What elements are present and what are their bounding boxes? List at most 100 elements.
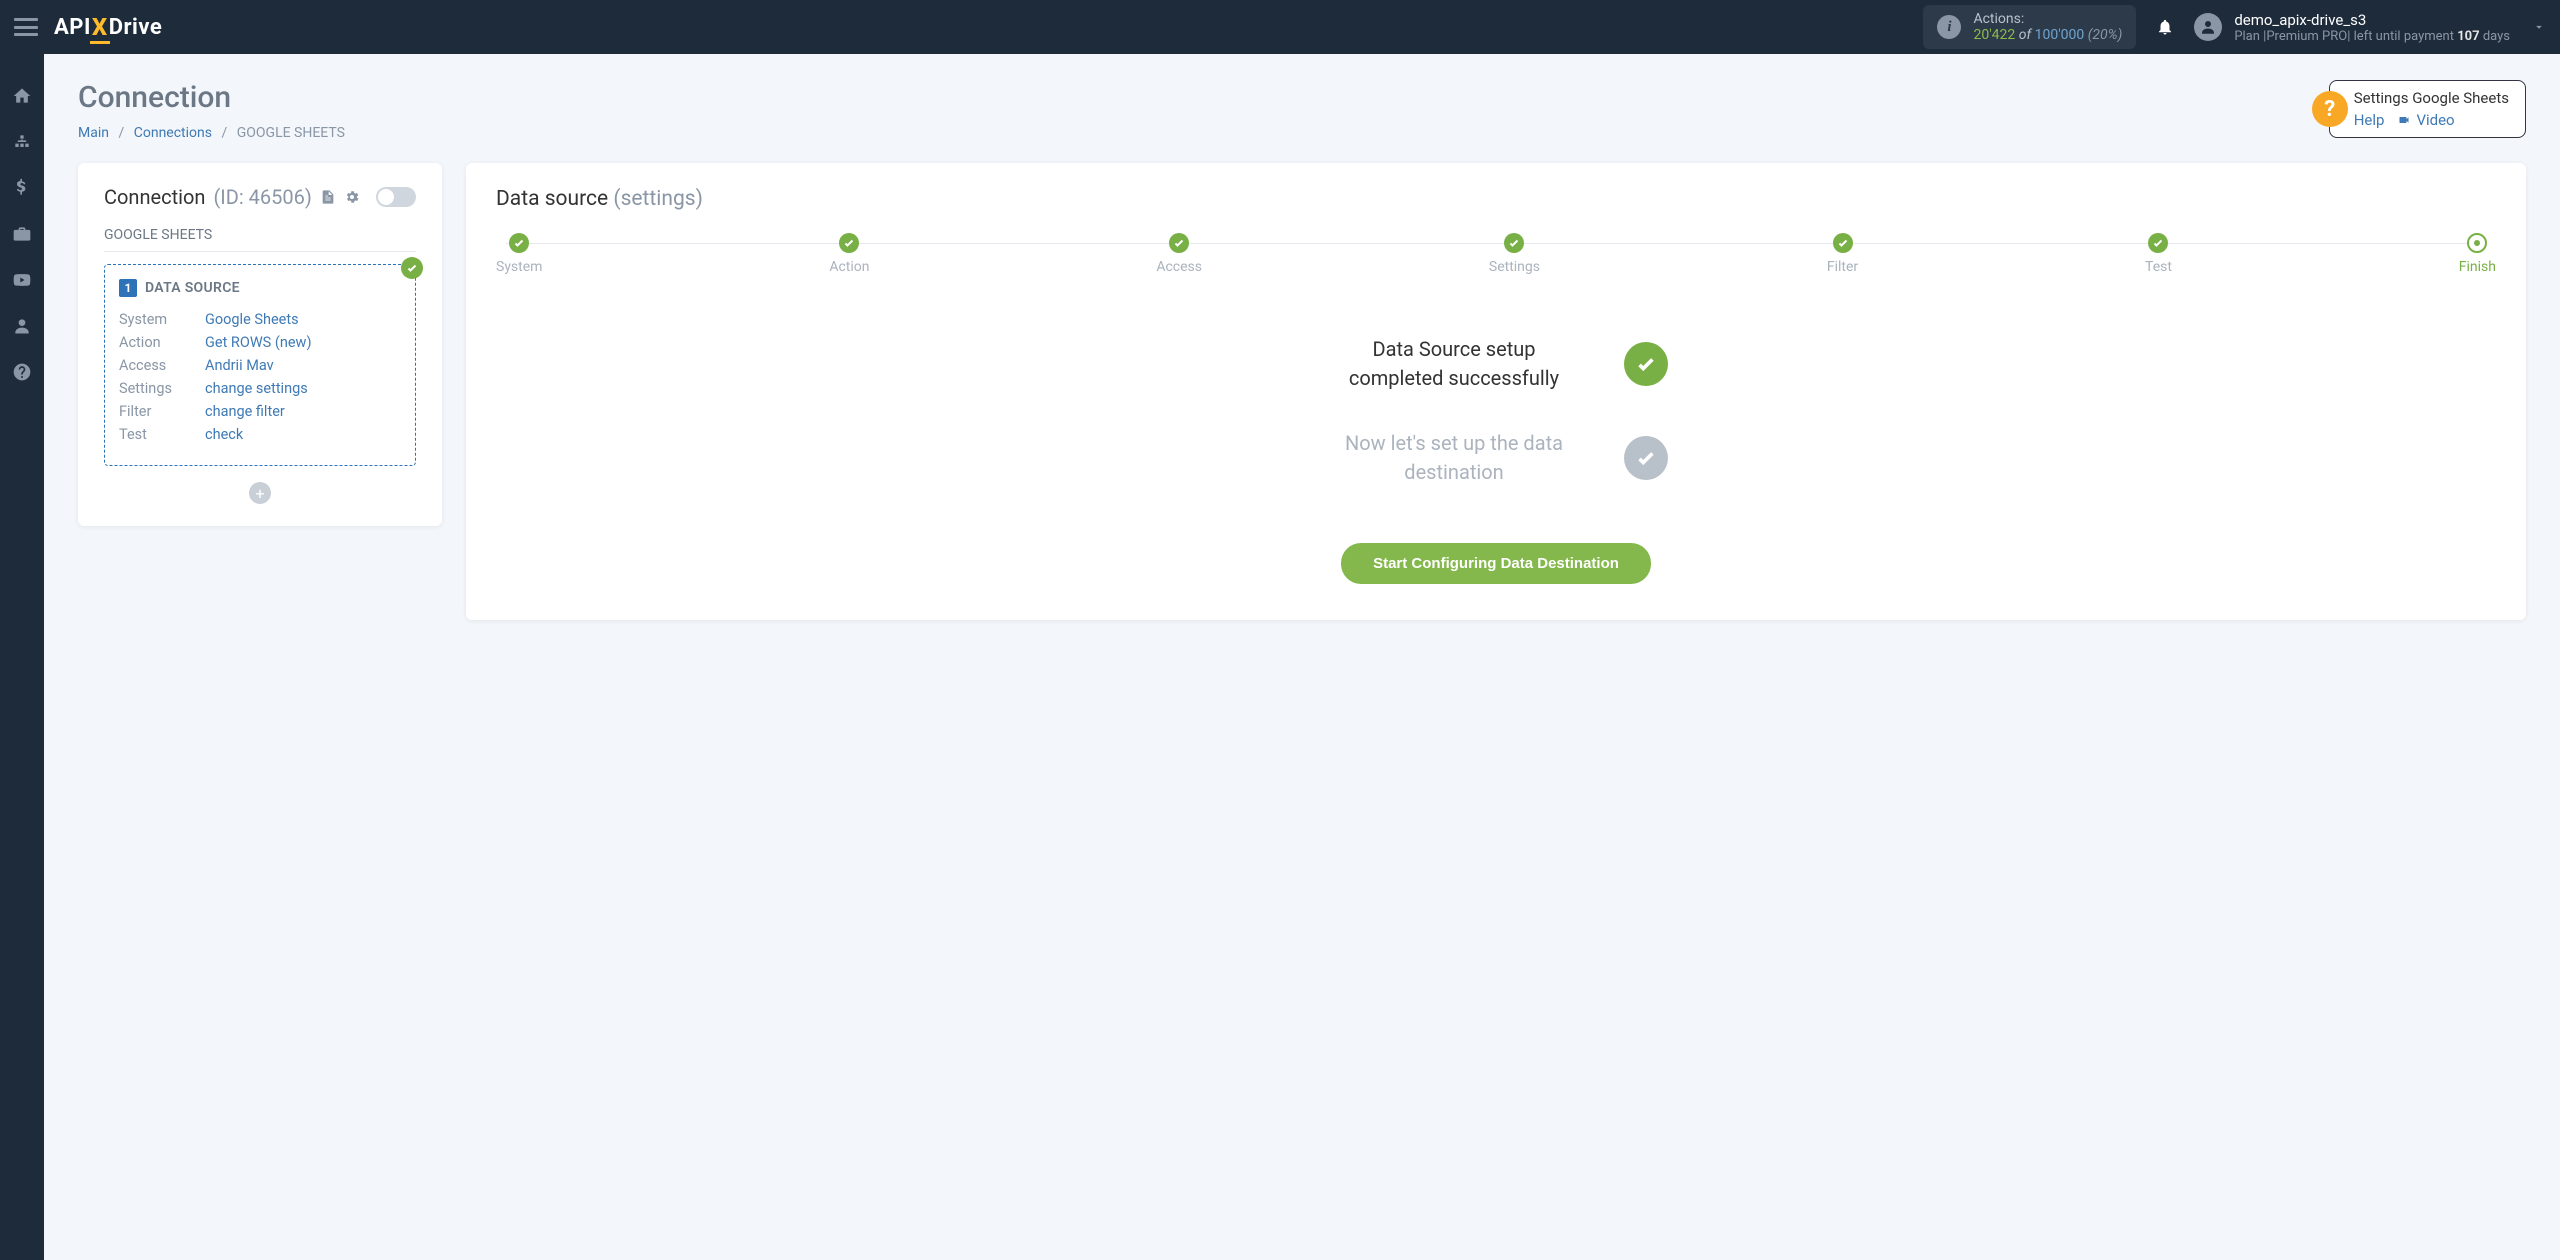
- kv-key: System: [119, 311, 205, 328]
- kv-row: Testcheck: [119, 426, 401, 443]
- logo-x: X: [92, 13, 108, 41]
- briefcase-icon[interactable]: [0, 222, 44, 246]
- actions-count: 20'422: [1973, 27, 2015, 43]
- step-settings[interactable]: Settings: [1489, 233, 1540, 275]
- kv-key: Filter: [119, 403, 205, 420]
- user-plan: Plan |Premium PRO| left until payment 10…: [2234, 29, 2510, 44]
- kv-key: Action: [119, 334, 205, 351]
- kv-value-link[interactable]: change filter: [205, 403, 285, 420]
- gear-icon[interactable]: [344, 189, 360, 205]
- status-next: Now let's set up the data destination: [1324, 429, 1584, 487]
- step-filter[interactable]: Filter: [1827, 233, 1858, 275]
- home-icon[interactable]: [0, 84, 44, 108]
- video-label: Video: [2416, 111, 2454, 129]
- page-title: Connection: [78, 80, 345, 115]
- bell-icon[interactable]: [2156, 17, 2174, 37]
- enable-toggle[interactable]: [376, 187, 416, 207]
- step-label: System: [496, 259, 542, 275]
- ds-title-sub: (settings): [613, 187, 703, 211]
- question-icon[interactable]: ?: [2312, 91, 2348, 127]
- kv-row: Filterchange filter: [119, 403, 401, 420]
- sidebar: [0, 54, 44, 1260]
- breadcrumb-main[interactable]: Main: [78, 125, 109, 141]
- sitemap-icon[interactable]: [0, 130, 44, 154]
- step-check-icon: [1169, 233, 1189, 253]
- kv-key: Settings: [119, 380, 205, 397]
- breadcrumb: Main / Connections / GOOGLE SHEETS: [78, 125, 345, 141]
- progress-steps: System Action Access Settings Filter Test Fini…: [496, 233, 2496, 275]
- step-number: 1: [119, 279, 137, 297]
- step-label: Access: [1156, 259, 1202, 275]
- step-label: Filter: [1827, 259, 1858, 275]
- kv-value-link[interactable]: Andrii Mav: [205, 357, 274, 374]
- step-check-icon: [839, 233, 859, 253]
- step-system[interactable]: System: [496, 233, 542, 275]
- actions-text: Actions: 20'422 of 100'000 (20%): [1973, 11, 2122, 43]
- step-check-icon: [509, 233, 529, 253]
- connection-title: Connection: [104, 185, 205, 209]
- data-source-card[interactable]: 1 DATA SOURCE SystemGoogle SheetsActionG…: [104, 264, 416, 466]
- start-destination-button[interactable]: Start Configuring Data Destination: [1341, 543, 1651, 584]
- logo[interactable]: API X Drive: [54, 13, 162, 41]
- data-source-settings-panel: Data source (settings) System Action Acces…: [466, 163, 2526, 620]
- check-icon: [401, 257, 423, 279]
- video-link[interactable]: Video: [2396, 111, 2454, 129]
- kv-value-link[interactable]: check: [205, 426, 243, 443]
- add-button[interactable]: +: [249, 482, 271, 504]
- step-finish[interactable]: Finish: [2459, 233, 2496, 275]
- step-check-icon: [2148, 233, 2168, 253]
- ds-title: Data source: [496, 187, 608, 211]
- help-box: ? Settings Google Sheets Help Video: [2329, 80, 2526, 138]
- logo-text: Drive: [109, 15, 163, 40]
- actions-of: of: [2015, 27, 2034, 43]
- kv-key: Test: [119, 426, 205, 443]
- kv-row: ActionGet ROWS (new): [119, 334, 401, 351]
- data-source-label: DATA SOURCE: [145, 280, 240, 296]
- kv-value-link[interactable]: change settings: [205, 380, 308, 397]
- user-icon[interactable]: [0, 314, 44, 338]
- step-action[interactable]: Action: [829, 233, 869, 275]
- kv-value-link[interactable]: Google Sheets: [205, 311, 299, 328]
- step-dot-current: [2467, 233, 2487, 253]
- chevron-down-icon: [2532, 20, 2546, 34]
- step-check-icon: [1504, 233, 1524, 253]
- logo-text: API: [54, 15, 91, 40]
- user-text: demo_apix-drive_s3 Plan |Premium PRO| le…: [2234, 11, 2510, 44]
- connection-id: (ID: 46506): [213, 185, 311, 209]
- kv-row: AccessAndrii Mav: [119, 357, 401, 374]
- step-label: Action: [829, 259, 869, 275]
- kv-row: Settingschange settings: [119, 380, 401, 397]
- breadcrumb-connections[interactable]: Connections: [134, 125, 212, 141]
- user-name: demo_apix-drive_s3: [2234, 11, 2510, 29]
- breadcrumb-current: GOOGLE SHEETS: [237, 125, 345, 141]
- kv-key: Access: [119, 357, 205, 374]
- kv-value-link[interactable]: Get ROWS (new): [205, 334, 312, 351]
- actions-counter[interactable]: i Actions: 20'422 of 100'000 (20%): [1923, 5, 2136, 49]
- help-box-title: Settings Google Sheets: [2354, 89, 2509, 107]
- step-test[interactable]: Test: [2145, 233, 2172, 275]
- actions-pct: (20%): [2084, 27, 2122, 43]
- success-check-icon: [1624, 342, 1668, 386]
- info-icon: i: [1937, 15, 1961, 39]
- step-check-icon: [1833, 233, 1853, 253]
- step-label: Finish: [2459, 259, 2496, 275]
- user-menu[interactable]: demo_apix-drive_s3 Plan |Premium PRO| le…: [2194, 11, 2546, 44]
- status-success: Data Source setup completed successfully: [1324, 335, 1584, 393]
- step-label: Test: [2145, 259, 2172, 275]
- youtube-icon[interactable]: [0, 268, 44, 292]
- file-icon[interactable]: [320, 189, 336, 205]
- actions-total: 100'000: [2035, 27, 2085, 43]
- top-bar: API X Drive i Actions: 20'422 of 100'000…: [0, 0, 2560, 54]
- help-link[interactable]: Help: [2354, 111, 2385, 129]
- dollar-icon[interactable]: [0, 176, 44, 200]
- kv-row: SystemGoogle Sheets: [119, 311, 401, 328]
- actions-label: Actions:: [1973, 11, 2122, 27]
- avatar-icon: [2194, 13, 2222, 41]
- menu-icon[interactable]: [14, 18, 38, 36]
- pending-check-icon: [1624, 436, 1668, 480]
- step-label: Settings: [1489, 259, 1540, 275]
- connection-sub: GOOGLE SHEETS: [104, 227, 416, 252]
- help-icon[interactable]: [0, 360, 44, 384]
- connection-panel: Connection (ID: 46506) GOOGLE SHEETS 1 D…: [78, 163, 442, 526]
- step-access[interactable]: Access: [1156, 233, 1202, 275]
